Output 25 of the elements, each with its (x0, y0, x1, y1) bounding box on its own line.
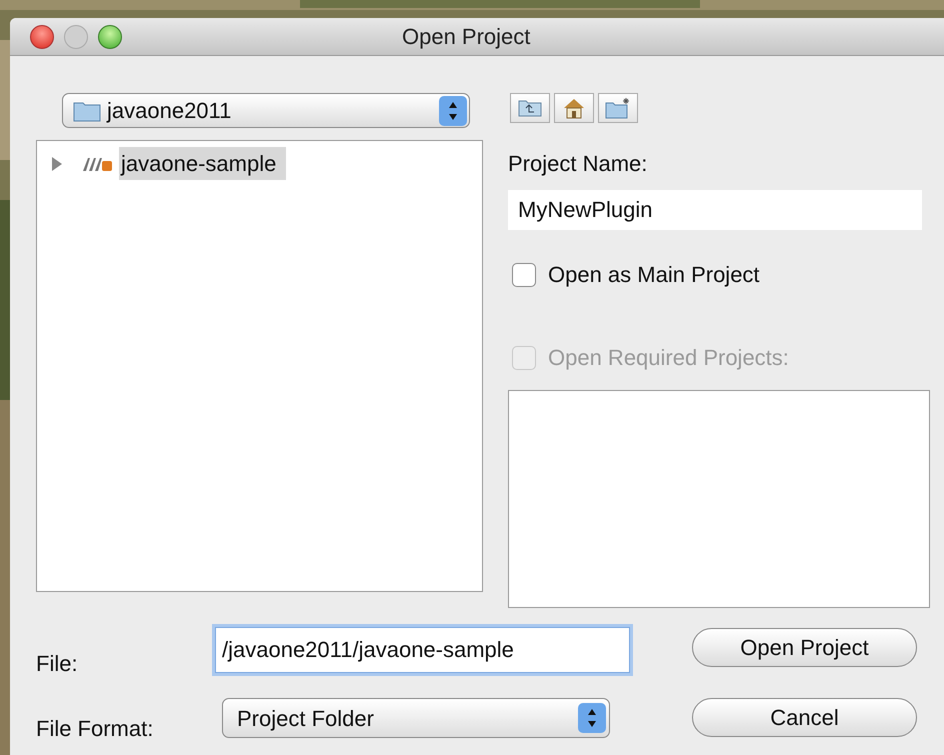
close-button[interactable] (30, 24, 54, 48)
zoom-button[interactable] (98, 24, 122, 48)
tree-item[interactable]: javaone-sample (119, 147, 286, 180)
file-format-dropdown[interactable]: Project Folder (222, 698, 610, 738)
window-title: Open Project (402, 23, 530, 51)
checkbox[interactable] (512, 262, 536, 286)
expand-arrow-icon[interactable] (51, 156, 63, 170)
up-folder-button[interactable] (510, 93, 550, 123)
new-folder-icon (605, 97, 631, 119)
file-path-field[interactable]: /javaone2011/javaone-sample (215, 627, 630, 673)
folder-icon (73, 100, 101, 122)
folder-dropdown[interactable]: javaone2011 (62, 93, 470, 128)
dialog-button[interactable]: Open Project (692, 628, 917, 667)
file-format-label: File Format: (36, 715, 154, 743)
project-name-label: Project Name: (508, 150, 648, 178)
home-button[interactable] (554, 93, 594, 123)
stepper-icon (439, 96, 467, 126)
project-name-field[interactable]: MyNewPlugin (508, 190, 922, 230)
home-icon (562, 97, 586, 119)
checkbox-option[interactable]: Open as Main Project (512, 258, 930, 291)
dialog-button[interactable]: Cancel (692, 698, 917, 737)
stepper-icon (578, 703, 606, 733)
file-label: File: (36, 650, 79, 678)
up-folder-icon (518, 99, 542, 117)
new-folder-button[interactable] (598, 93, 638, 123)
